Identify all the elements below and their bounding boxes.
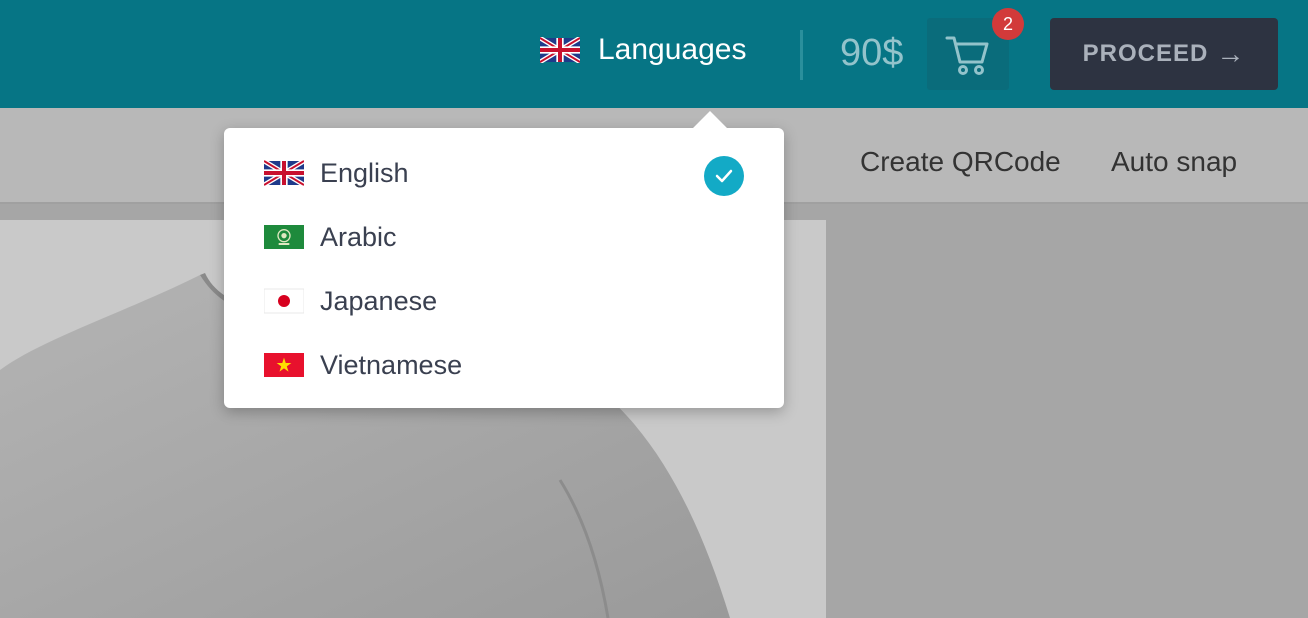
shopping-cart-icon (945, 36, 989, 75)
proceed-button[interactable]: PROCEED → (1050, 18, 1278, 90)
header-divider (800, 30, 803, 80)
vietnam-flag-icon (264, 353, 304, 377)
japan-flag-icon (264, 288, 304, 314)
language-option-english[interactable]: English (264, 148, 744, 198)
selected-check-icon (704, 156, 744, 196)
auto-snap-button[interactable]: Auto snap (1111, 146, 1237, 178)
uk-flag-icon (540, 37, 580, 63)
arab-league-flag-icon (264, 225, 304, 249)
language-option-label: Arabic (320, 221, 397, 252)
create-qrcode-button[interactable]: Create QRCode (860, 146, 1061, 178)
language-dropdown-menu: English Arabic Japanese Vietnamese (224, 111, 784, 408)
language-selector[interactable]: Languages (540, 30, 746, 70)
uk-flag-icon (264, 159, 304, 187)
language-option-japanese[interactable]: Japanese (264, 276, 744, 326)
language-option-arabic[interactable]: Arabic (264, 212, 744, 262)
top-header: Languages 90$ 2 PROCEED → (0, 0, 1308, 108)
language-option-label: English (320, 157, 409, 188)
proceed-button-label: PROCEED (1082, 40, 1209, 67)
language-option-label: Japanese (320, 285, 438, 316)
properties-panel (826, 206, 1308, 618)
language-option-vietnamese[interactable]: Vietnamese (264, 340, 744, 390)
language-selector-label: Languages (598, 33, 747, 66)
cart-count-badge: 2 (992, 8, 1024, 40)
language-option-label: Vietnamese (320, 349, 463, 380)
arrow-right-icon: → (1216, 38, 1246, 69)
cart-total-price: 90$ (840, 32, 904, 74)
